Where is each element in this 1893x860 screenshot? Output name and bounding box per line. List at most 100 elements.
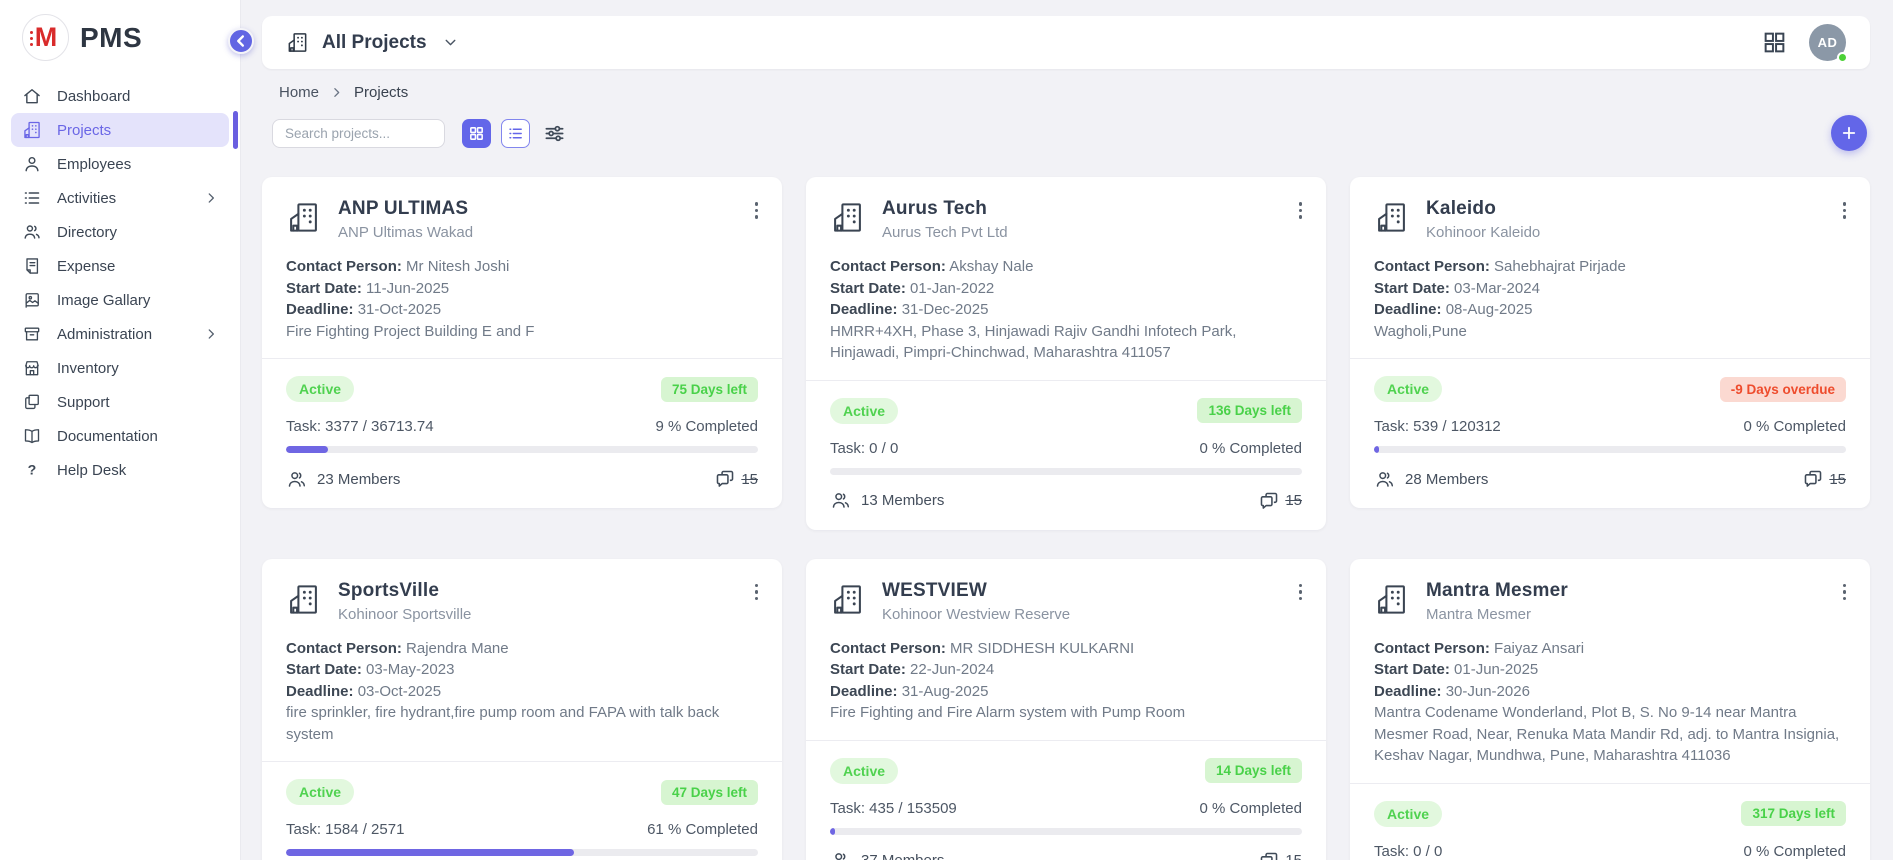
project-description: Mantra Codename Wonderland, Plot B, S. N… — [1374, 702, 1846, 767]
days-left-badge: 75 Days left — [661, 377, 758, 402]
chat-icon — [1258, 490, 1280, 512]
building-icon — [830, 200, 865, 235]
grid-view-button[interactable] — [462, 119, 491, 148]
sidebar-collapse-button[interactable] — [228, 28, 254, 54]
comments-button[interactable]: 15 — [1258, 850, 1302, 860]
sidebar-item-documentation[interactable]: Documentation — [11, 419, 229, 453]
card-menu-button[interactable] — [1295, 580, 1307, 605]
sidebar-item-support[interactable]: Support — [11, 385, 229, 419]
sidebar-item-help-desk[interactable]: ? Help Desk — [11, 453, 229, 487]
status-badge: Active — [830, 758, 898, 784]
sidebar-item-label: Inventory — [57, 360, 119, 377]
card-menu-button[interactable] — [751, 580, 763, 605]
gallery-icon — [22, 290, 42, 310]
breadcrumb-home[interactable]: Home — [279, 84, 319, 101]
project-subtitle: Kohinoor Kaleido — [1426, 224, 1540, 241]
percent-completed: 0 % Completed — [1199, 800, 1302, 817]
avatar[interactable]: AD — [1809, 24, 1846, 61]
project-card[interactable]: Mantra Mesmer Mantra Mesmer Contact Pers… — [1350, 559, 1870, 860]
people-icon — [22, 222, 42, 242]
sidebar-item-dashboard[interactable]: Dashboard — [11, 79, 229, 113]
building-icon — [286, 200, 321, 235]
contact-person-line: Contact Person: Rajendra Mane — [286, 638, 758, 660]
members-icon — [830, 490, 851, 511]
project-description: HMRR+4XH, Phase 3, Hinjawadi Rajiv Gandh… — [830, 321, 1302, 364]
progress-bar — [1374, 446, 1846, 453]
progress-bar — [830, 468, 1302, 475]
project-card[interactable]: SportsVille Kohinoor Sportsville Contact… — [262, 559, 782, 860]
contact-person-line: Contact Person: Akshay Nale — [830, 256, 1302, 278]
card-menu-button[interactable] — [1839, 580, 1851, 605]
card-menu-button[interactable] — [1839, 198, 1851, 223]
status-badge: Active — [830, 398, 898, 424]
project-card[interactable]: Kaleido Kohinoor Kaleido Contact Person:… — [1350, 177, 1870, 508]
building-icon — [286, 31, 309, 54]
project-subtitle: Aurus Tech Pvt Ltd — [882, 224, 1008, 241]
sidebar-item-label: Documentation — [57, 428, 158, 445]
task-count: Task: 539 / 120312 — [1374, 418, 1501, 435]
project-subtitle: Mantra Mesmer — [1426, 606, 1568, 623]
filter-sliders-icon — [543, 122, 566, 145]
logo: M PMS — [0, 0, 240, 71]
chevron-down-icon[interactable] — [442, 34, 459, 51]
project-name: ANP ULTIMAS — [338, 198, 473, 220]
apps-grid-icon[interactable] — [1762, 30, 1787, 55]
project-card[interactable]: ANP ULTIMAS ANP Ultimas Wakad Contact Pe… — [262, 177, 782, 508]
card-menu-button[interactable] — [751, 198, 763, 223]
sidebar-item-image-gallary[interactable]: Image Gallary — [11, 283, 229, 317]
chat-count: 15 — [741, 471, 758, 488]
chat-icon — [714, 468, 736, 490]
sidebar-item-activities[interactable]: Activities — [11, 181, 229, 215]
chat-icon — [1802, 468, 1824, 490]
deadline-line: Deadline: 30-Jun-2026 — [1374, 681, 1846, 703]
percent-completed: 0 % Completed — [1743, 418, 1846, 435]
add-project-button[interactable] — [1831, 115, 1867, 151]
progress-bar — [286, 446, 758, 453]
start-date-line: Start Date: 03-Mar-2024 — [1374, 278, 1846, 300]
sidebar-item-label: Support — [57, 394, 110, 411]
list-view-button[interactable] — [501, 119, 530, 148]
building-icon — [286, 582, 321, 617]
task-count: Task: 0 / 0 — [1374, 843, 1442, 860]
topbar: All Projects AD — [262, 16, 1870, 69]
start-date-line: Start Date: 03-May-2023 — [286, 659, 758, 681]
days-left-badge: 47 Days left — [661, 780, 758, 805]
sidebar-item-expense[interactable]: Expense — [11, 249, 229, 283]
card-menu-button[interactable] — [1295, 198, 1307, 223]
days-left-badge: 136 Days left — [1197, 398, 1302, 423]
progress-fill — [286, 849, 574, 856]
status-badge: Active — [286, 376, 354, 402]
comments-button[interactable]: 15 — [1258, 490, 1302, 512]
sidebar-item-projects[interactable]: Projects — [11, 113, 229, 147]
comments-button[interactable]: 15 — [714, 468, 758, 490]
sidebar-item-label: Expense — [57, 258, 115, 275]
comments-button[interactable]: 15 — [1802, 468, 1846, 490]
progress-fill — [1374, 446, 1379, 453]
days-left-badge: 317 Days left — [1741, 801, 1846, 826]
members-count[interactable]: 13 Members — [830, 490, 944, 511]
deadline-line: Deadline: 08-Aug-2025 — [1374, 299, 1846, 321]
sidebar-item-label: Employees — [57, 156, 131, 173]
list-icon — [22, 188, 42, 208]
sidebar-item-employees[interactable]: Employees — [11, 147, 229, 181]
members-count[interactable]: 37 Members — [830, 850, 944, 860]
members-count[interactable]: 23 Members — [286, 469, 400, 490]
chevron-right-icon — [204, 327, 218, 341]
status-badge: Active — [1374, 376, 1442, 402]
project-card[interactable]: WESTVIEW Kohinoor Westview Reserve Conta… — [806, 559, 1326, 860]
members-count[interactable]: 28 Members — [1374, 469, 1488, 490]
sidebar-item-administration[interactable]: Administration — [11, 317, 229, 351]
breadcrumb-current[interactable]: Projects — [354, 84, 408, 101]
deadline-line: Deadline: 31-Dec-2025 — [830, 299, 1302, 321]
search-input[interactable] — [272, 119, 445, 148]
project-card[interactable]: Aurus Tech Aurus Tech Pvt Ltd Contact Pe… — [806, 177, 1326, 530]
percent-completed: 0 % Completed — [1743, 843, 1846, 860]
sidebar-item-inventory[interactable]: Inventory — [11, 351, 229, 385]
sidebar-item-directory[interactable]: Directory — [11, 215, 229, 249]
plus-icon — [1840, 124, 1858, 142]
project-scope-selector[interactable]: All Projects — [286, 31, 459, 54]
project-description: Wagholi,Pune — [1374, 321, 1846, 343]
app-title: PMS — [80, 22, 142, 54]
filter-button[interactable] — [540, 119, 569, 148]
start-date-line: Start Date: 01-Jun-2025 — [1374, 659, 1846, 681]
